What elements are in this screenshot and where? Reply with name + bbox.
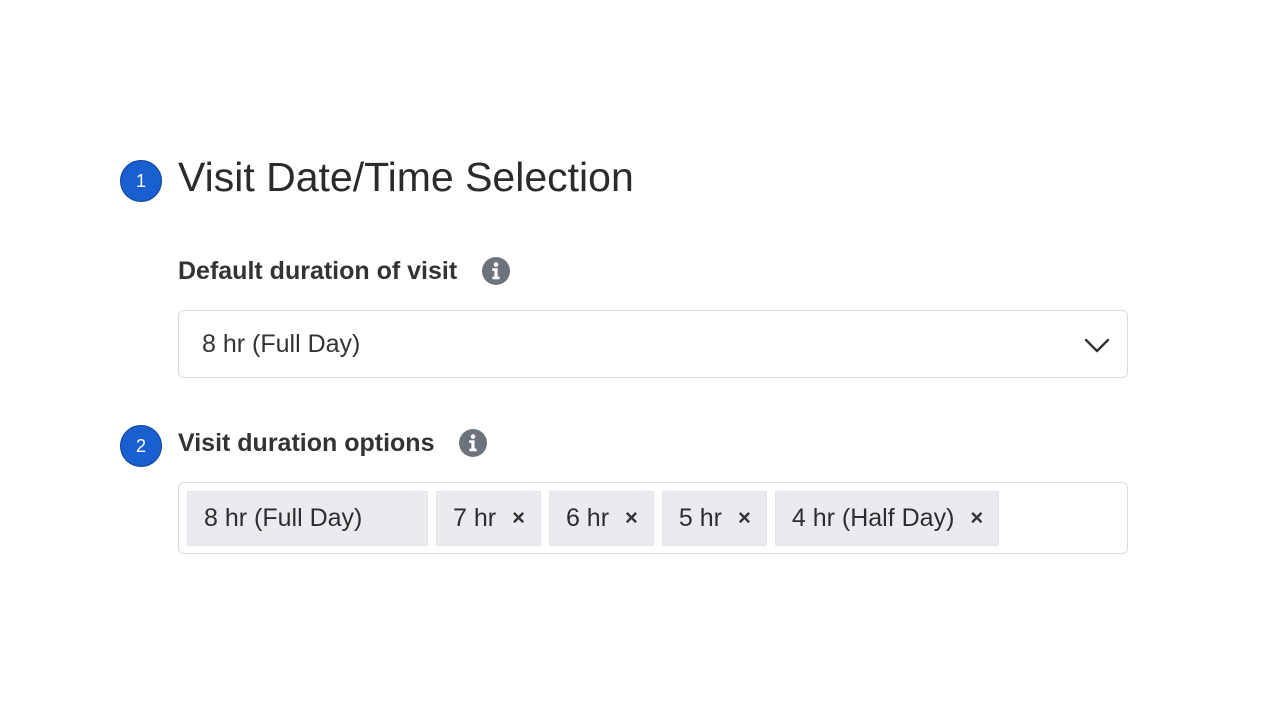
close-icon[interactable]: ×: [625, 507, 638, 529]
tag-label: 4 hr (Half Day): [791, 503, 955, 532]
step-badge-number: 1: [135, 170, 146, 191]
default-duration-label: Default duration of visit: [178, 256, 458, 285]
tag-label: 8 hr (Full Day): [204, 503, 363, 532]
close-icon[interactable]: ×: [970, 507, 983, 529]
tag-label: 5 hr: [678, 503, 722, 532]
tag-option[interactable]: 5 hr ×: [661, 490, 767, 546]
close-icon[interactable]: ×: [738, 507, 751, 529]
step-badge-number: 2: [135, 435, 146, 456]
step-badge-2: 2: [120, 425, 162, 467]
select-value: 8 hr (Full Day): [202, 329, 361, 358]
tag-option[interactable]: 8 hr (Full Day): [187, 490, 428, 546]
duration-options-multiselect[interactable]: 8 hr (Full Day) 7 hr × 6 hr × 5 hr × 4 h…: [178, 482, 1128, 554]
tag-label: 6 hr: [565, 503, 610, 532]
info-icon[interactable]: [458, 428, 488, 458]
duration-options-label-row: Visit duration options: [178, 428, 488, 458]
close-icon[interactable]: ×: [512, 507, 525, 529]
section-title: Visit Date/Time Selection: [178, 154, 634, 200]
tag-option[interactable]: 4 hr (Half Day) ×: [774, 490, 1000, 546]
info-icon[interactable]: [481, 256, 511, 286]
chevron-down-icon: [1084, 338, 1110, 353]
tag-option[interactable]: 6 hr ×: [548, 490, 654, 546]
tag-option[interactable]: 7 hr ×: [436, 490, 541, 546]
tag-label: 7 hr: [453, 503, 497, 532]
step-badge-1: 1: [120, 160, 162, 202]
duration-options-label: Visit duration options: [178, 428, 435, 457]
default-duration-label-row: Default duration of visit: [178, 256, 511, 286]
settings-page: 1 Visit Date/Time Selection Default dura…: [0, 0, 1280, 720]
default-duration-select[interactable]: 8 hr (Full Day): [178, 310, 1128, 378]
